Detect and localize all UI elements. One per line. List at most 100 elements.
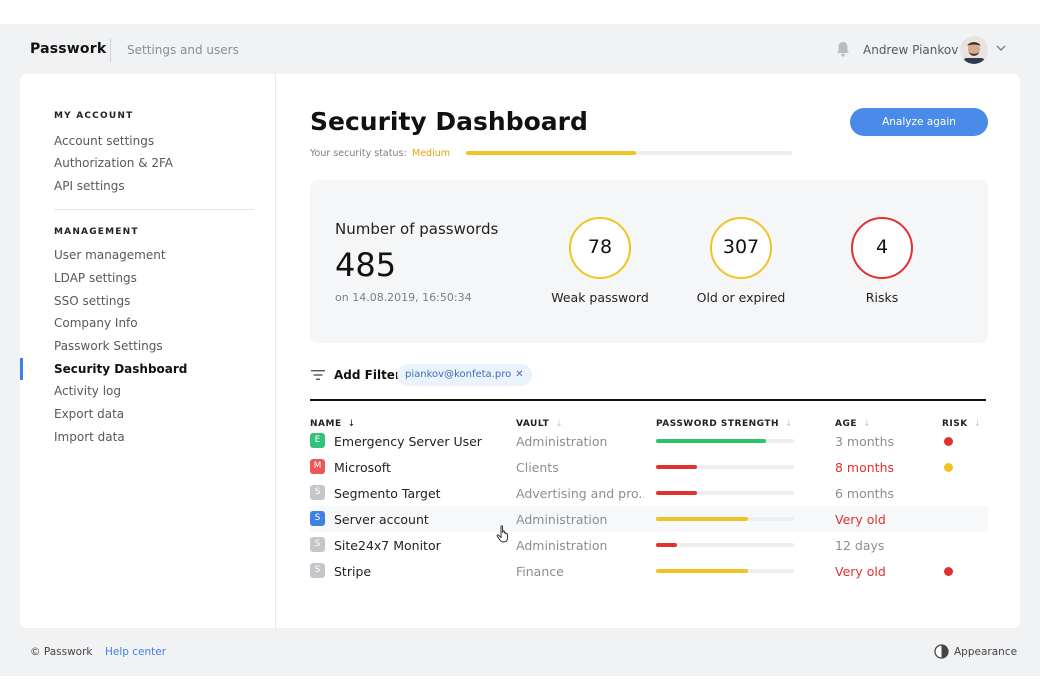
sidebar-item-security-dashboard[interactable]: Security Dashboard (54, 362, 187, 376)
entry-age: 3 months (835, 434, 895, 449)
strength-bar-fill (656, 543, 677, 547)
app-logo[interactable]: Passwork (30, 41, 106, 57)
entry-age: 8 months (835, 460, 895, 475)
old-expired-ring[interactable]: 307 (710, 217, 772, 279)
table-row[interactable]: S Server account Administration Very old (310, 506, 988, 532)
page-title: Security Dashboard (310, 107, 588, 136)
table-row[interactable]: S Segmento Target Advertising and pro... 6 … (310, 480, 988, 506)
app-footer: © Passwork Help center Appearance (0, 628, 1040, 676)
weak-password-label: Weak password (551, 290, 649, 305)
filter-icon[interactable] (310, 368, 326, 382)
settings-card: MY ACCOUNT Account settings Authorizatio… (20, 74, 1020, 628)
security-status-bar (466, 151, 792, 155)
sidebar-item-export-data[interactable]: Export data (54, 407, 124, 421)
security-status-label: Your security status: (310, 148, 407, 159)
close-icon[interactable]: ✕ (515, 369, 523, 380)
sidebar-item-sso-settings[interactable]: SSO settings (54, 294, 130, 308)
strength-bar-fill (656, 569, 749, 573)
strength-bar-fill (656, 439, 767, 443)
entry-letter-badge: M (310, 459, 325, 474)
entry-letter-badge: E (310, 433, 325, 448)
strength-bar (656, 569, 794, 573)
contrast-icon[interactable] (934, 644, 949, 659)
avatar[interactable] (960, 36, 988, 64)
top-strip (0, 0, 1040, 24)
risk-dot (944, 567, 953, 576)
entry-vault: Clients (516, 460, 559, 475)
table-row[interactable]: S Stripe Finance Very old (310, 558, 988, 584)
strength-bar-fill (656, 465, 698, 469)
entry-name[interactable]: Emergency Server User (334, 434, 482, 449)
sidebar-item-api-settings[interactable]: API settings (54, 179, 125, 193)
table-row[interactable]: S Site24x7 Monitor Administration 12 days (310, 532, 988, 558)
entry-letter-badge: S (310, 537, 325, 552)
strength-bar-fill (656, 491, 698, 495)
sidebar-heading-management: MANAGEMENT (54, 227, 139, 237)
bell-icon[interactable] (834, 40, 852, 58)
entry-vault: Administration (516, 512, 608, 527)
strength-bar-fill (656, 517, 749, 521)
risk-dot (944, 463, 953, 472)
table-top-rule (310, 399, 986, 401)
risks-ring[interactable]: 4 (851, 217, 913, 279)
strength-bar (656, 491, 794, 495)
passwords-count-date: on 14.08.2019, 16:50:34 (335, 291, 472, 304)
entry-name[interactable]: Stripe (334, 564, 371, 579)
entry-letter-badge: S (310, 563, 325, 578)
strength-bar (656, 439, 794, 443)
sidebar-item-account-settings[interactable]: Account settings (54, 134, 154, 148)
entry-name[interactable]: Server account (334, 512, 429, 527)
filter-chip-label: piankov@konfeta.pro (405, 369, 512, 380)
risks-label: Risks (865, 290, 899, 305)
entry-age: Very old (835, 564, 886, 579)
sidebar-item-authorization[interactable]: Authorization & 2FA (54, 156, 173, 170)
strength-bar (656, 465, 794, 469)
appearance-toggle[interactable]: Appearance (954, 646, 1017, 658)
weak-password-ring[interactable]: 78 (569, 217, 631, 279)
stats-panel: Number of passwords 485 on 14.08.2019, 1… (310, 180, 988, 343)
passwords-count-value: 485 (335, 246, 397, 284)
entry-age: 12 days (835, 538, 885, 553)
filter-chip[interactable]: piankov@konfeta.pro ✕ (397, 364, 532, 386)
security-status-value: Medium (412, 148, 450, 159)
passwords-count-label: Number of passwords (335, 220, 499, 238)
hand-pointer-icon (496, 525, 508, 543)
add-filter-button[interactable]: Add Filter (334, 368, 401, 382)
sidebar-item-user-management[interactable]: User management (54, 248, 166, 262)
table-row[interactable]: E Emergency Server User Administration 3 mo… (310, 428, 988, 454)
entry-name[interactable]: Site24x7 Monitor (334, 538, 441, 553)
strength-bar (656, 543, 794, 547)
sidebar-item-activity-log[interactable]: Activity log (54, 384, 121, 398)
sidebar-heading-my-account: MY ACCOUNT (54, 111, 134, 121)
analyze-again-button[interactable]: Analyze again (850, 108, 988, 136)
entry-vault: Administration (516, 538, 608, 553)
user-name[interactable]: Andrew Piankov (863, 43, 958, 57)
sidebar-item-company-info[interactable]: Company Info (54, 316, 138, 330)
sidebar-item-passwork-settings[interactable]: Passwork Settings (54, 339, 163, 353)
entry-age: Very old (835, 512, 886, 527)
copyright-text: © Passwork (30, 646, 93, 658)
header-divider (110, 38, 111, 62)
security-status-fill (466, 151, 636, 155)
chevron-down-icon[interactable] (995, 42, 1007, 54)
app-header: Passwork Settings and users Andrew Piank… (0, 24, 1040, 74)
entry-vault: Advertising and pro... (516, 486, 644, 501)
main-content: Security Dashboard Your security status:… (276, 74, 1020, 628)
entry-age: 6 months (835, 486, 895, 501)
sidebar-item-ldap-settings[interactable]: LDAP settings (54, 271, 137, 285)
entry-vault: Administration (516, 434, 608, 449)
strength-bar (656, 517, 794, 521)
entry-letter-badge: S (310, 485, 325, 500)
header-section-title: Settings and users (127, 43, 239, 57)
entry-name[interactable]: Microsoft (334, 460, 391, 475)
table-row[interactable]: M Microsoft Clients 8 months (310, 454, 988, 480)
entry-letter-badge: S (310, 511, 325, 526)
entry-name[interactable]: Segmento Target (334, 486, 441, 501)
sidebar-item-import-data[interactable]: Import data (54, 430, 125, 444)
sidebar-divider (54, 209, 254, 210)
help-center-link[interactable]: Help center (105, 646, 166, 658)
entry-vault: Finance (516, 564, 564, 579)
old-expired-label: Old or expired (696, 290, 786, 305)
sidebar: MY ACCOUNT Account settings Authorizatio… (20, 74, 276, 628)
sidebar-active-marker (20, 358, 23, 380)
